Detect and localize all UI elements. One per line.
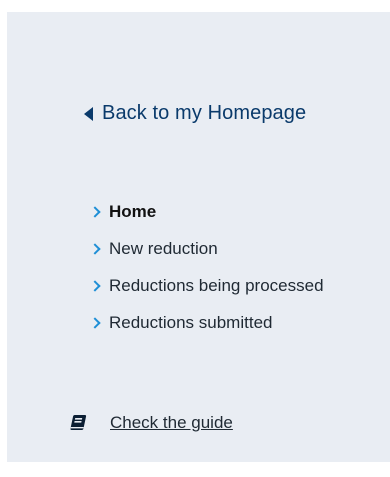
check-guide-label: Check the guide	[110, 413, 233, 432]
side-nav: Home New reduction Reductions being proc…	[89, 193, 324, 341]
back-link-label: Back to my Homepage	[102, 102, 307, 124]
chevron-right-icon	[89, 205, 101, 218]
nav-item-new-reduction[interactable]: New reduction	[89, 230, 324, 267]
nav-item-label: Home	[109, 201, 157, 221]
nav-item-label: Reductions submitted	[109, 312, 273, 332]
chevron-right-icon	[89, 279, 101, 292]
side-panel: Back to my Homepage Home New reduction R…	[7, 12, 390, 462]
nav-item-home[interactable]: Home	[89, 193, 324, 230]
nav-item-reductions-submitted[interactable]: Reductions submitted	[89, 304, 324, 341]
back-to-homepage-link[interactable]: Back to my Homepage	[84, 102, 306, 125]
book-icon	[70, 415, 87, 430]
nav-item-label: Reductions being processed	[109, 275, 324, 295]
chevron-right-icon	[89, 242, 101, 255]
nav-item-label: New reduction	[109, 238, 218, 258]
caret-left-icon	[84, 107, 93, 121]
chevron-right-icon	[89, 316, 101, 329]
check-guide-link[interactable]: Check the guide	[68, 412, 233, 434]
nav-item-reductions-being-processed[interactable]: Reductions being processed	[89, 267, 324, 304]
